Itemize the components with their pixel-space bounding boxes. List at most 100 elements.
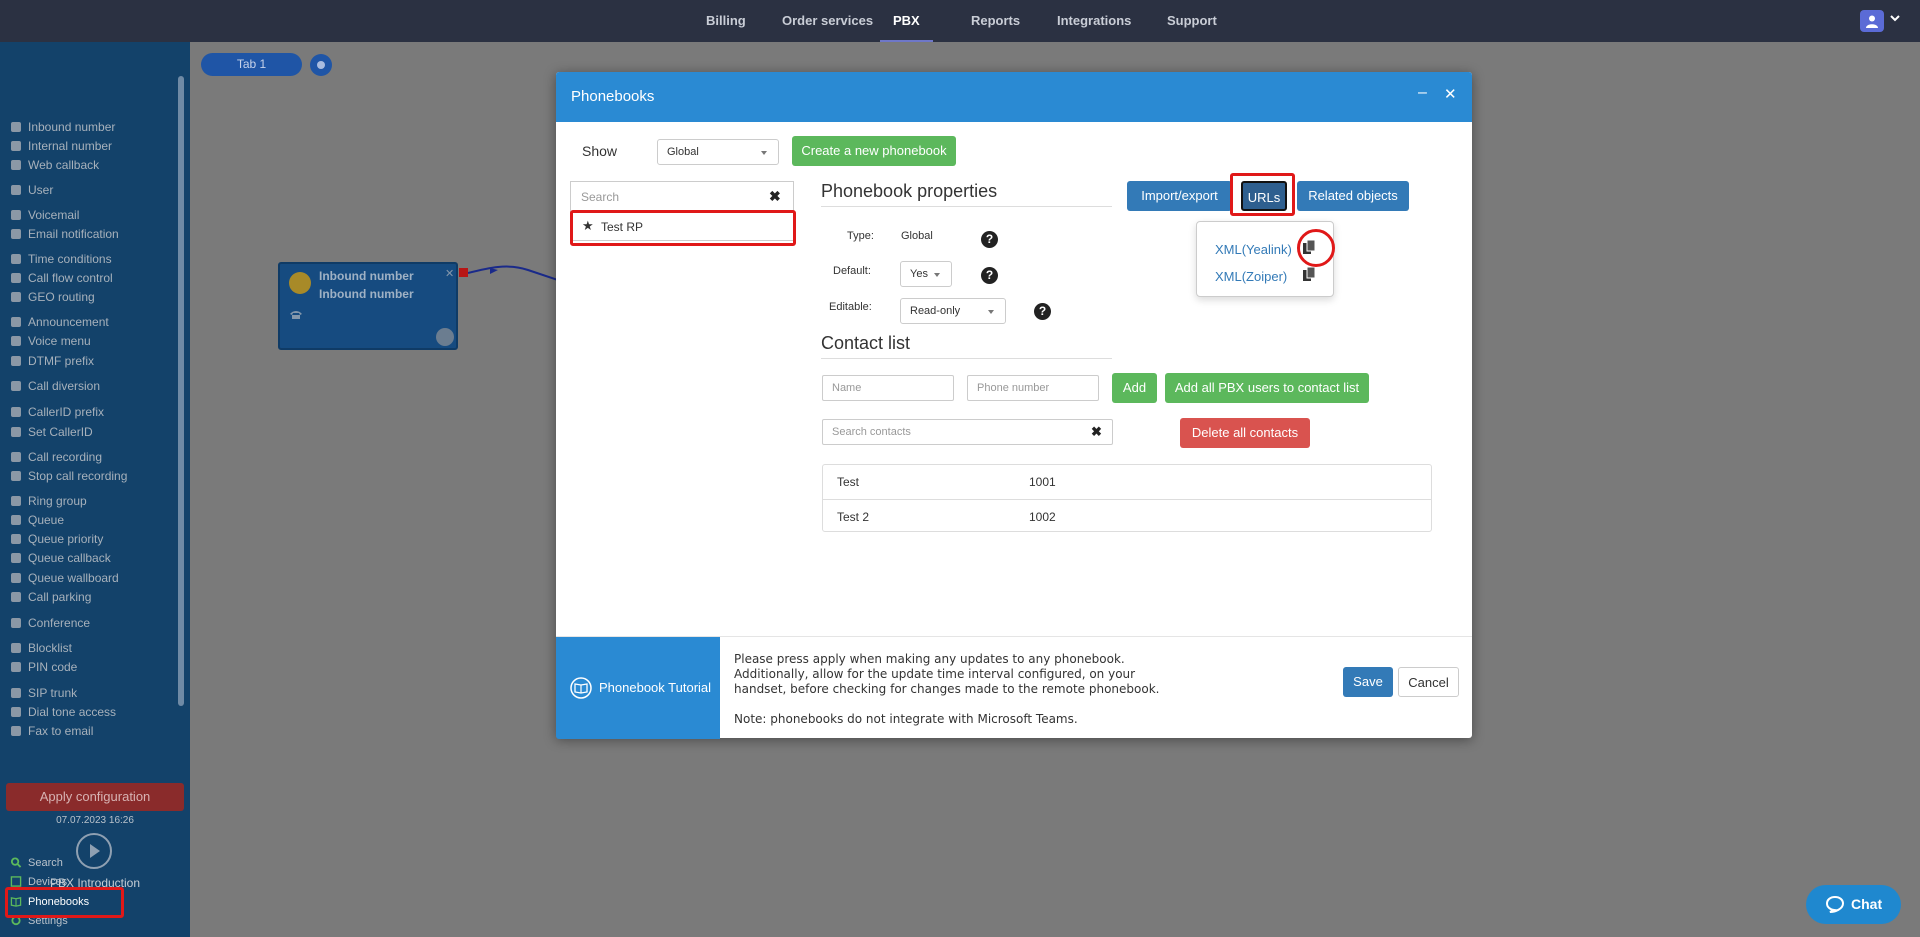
sidebar-item-queue-priority[interactable]: Queue priority bbox=[11, 531, 103, 547]
contact-number: 1002 bbox=[1029, 510, 1056, 524]
table-row[interactable]: Test 2 1002 bbox=[823, 499, 1431, 533]
lock-icon bbox=[11, 707, 21, 717]
contact-name: Test bbox=[837, 475, 860, 489]
add-contact-button[interactable]: Add bbox=[1112, 373, 1157, 403]
search-contacts-input[interactable]: Search contacts ✖ bbox=[822, 419, 1113, 445]
book-icon bbox=[570, 677, 592, 699]
copy-icon[interactable] bbox=[1303, 267, 1315, 281]
phonebook-search[interactable]: Search ✖ bbox=[570, 181, 794, 211]
nav-integrations[interactable]: Integrations bbox=[1057, 0, 1131, 42]
clear-search-icon[interactable]: ✖ bbox=[769, 188, 781, 205]
help-icon[interactable]: ? bbox=[981, 267, 998, 284]
sidebar-item-fax-to-email[interactable]: Fax to email bbox=[11, 723, 93, 739]
play-intro-button[interactable] bbox=[76, 833, 112, 869]
contact-name-input[interactable]: Name bbox=[822, 375, 954, 401]
type-label: Type: bbox=[847, 230, 874, 242]
arrow-circle-icon bbox=[11, 122, 21, 132]
sidebar-item-call-recording[interactable]: Call recording bbox=[11, 449, 102, 465]
arrow-right-circle-icon bbox=[289, 272, 311, 294]
search-icon bbox=[10, 857, 22, 868]
delete-all-contacts-button[interactable]: Delete all contacts bbox=[1180, 418, 1310, 448]
show-label: Show bbox=[582, 143, 618, 159]
sidebar-item-ring-group[interactable]: Ring group bbox=[11, 493, 87, 509]
sidebar-item-web-callback[interactable]: Web callback bbox=[11, 157, 99, 173]
sidebar-scrollbar[interactable] bbox=[178, 76, 184, 706]
microphone-slash-icon bbox=[11, 471, 21, 481]
sidebar-item-sip-trunk[interactable]: SIP trunk bbox=[11, 685, 77, 701]
close-icon[interactable]: ✕ bbox=[445, 267, 454, 280]
close-icon[interactable]: ✕ bbox=[1444, 85, 1457, 103]
sidebar-item-blocklist[interactable]: Blocklist bbox=[11, 640, 72, 656]
help-icon[interactable]: ? bbox=[1034, 303, 1051, 320]
sidebar-item-call-flow-control[interactable]: Call flow control bbox=[11, 270, 113, 286]
table-row[interactable]: Test 1001 bbox=[823, 465, 1431, 499]
sidebar-item-announcement[interactable]: Announcement bbox=[11, 314, 109, 330]
sidebar-item-voice-menu[interactable]: Voice menu bbox=[11, 333, 91, 349]
save-button[interactable]: Save bbox=[1343, 667, 1393, 697]
chevron-down-icon[interactable] bbox=[1890, 14, 1900, 22]
add-tab-button[interactable] bbox=[310, 54, 332, 76]
nav-pbx[interactable]: PBX bbox=[880, 0, 933, 42]
sidebar-item-dial-tone-access[interactable]: Dial tone access bbox=[11, 704, 116, 720]
sidebar-item-set-callerid[interactable]: Set CallerID bbox=[11, 424, 93, 440]
sidebar-item-user[interactable]: User bbox=[11, 182, 53, 198]
phonebooks-modal: Phonebooks – ✕ Show Global Create a new … bbox=[556, 72, 1472, 739]
sidebar-item-queue-wallboard[interactable]: Queue wallboard bbox=[11, 570, 119, 586]
sidebar-item-email-notification[interactable]: Email notification bbox=[11, 226, 119, 242]
minimize-icon[interactable]: – bbox=[1418, 84, 1427, 102]
sidebar-item-call-diversion[interactable]: Call diversion bbox=[11, 378, 100, 394]
cancel-button[interactable]: Cancel bbox=[1398, 667, 1459, 697]
sidebar-item-voicemail[interactable]: Voicemail bbox=[11, 207, 79, 223]
import-export-button[interactable]: Import/export bbox=[1127, 181, 1232, 211]
default-select[interactable]: Yes bbox=[900, 261, 952, 287]
add-all-users-button[interactable]: Add all PBX users to contact list bbox=[1165, 373, 1369, 403]
share-icon bbox=[11, 553, 21, 563]
highlight-phonebook-item bbox=[570, 210, 796, 246]
xml-zoiper-link[interactable]: XML(Zoiper) bbox=[1215, 269, 1287, 284]
user-plus-icon bbox=[11, 515, 21, 525]
sidebar-item-queue[interactable]: Queue bbox=[11, 512, 64, 528]
node-output-port[interactable] bbox=[459, 268, 468, 277]
sidebar-search[interactable]: Search bbox=[10, 855, 63, 871]
modal-footer: Phonebook Tutorial Please press apply wh… bbox=[556, 636, 1472, 739]
comments-icon bbox=[11, 618, 21, 628]
gear-icon[interactable] bbox=[436, 328, 454, 346]
nav-order-services[interactable]: Order services bbox=[782, 0, 873, 42]
nav-support[interactable]: Support bbox=[1167, 0, 1217, 42]
sidebar-item-dtmf-prefix[interactable]: DTMF prefix bbox=[11, 353, 94, 369]
sidebar-item-callerid-prefix[interactable]: CallerID prefix bbox=[11, 404, 104, 420]
nav-billing[interactable]: Billing bbox=[706, 0, 746, 42]
sidebar-item-conference[interactable]: Conference bbox=[11, 615, 90, 631]
sidebar-item-call-parking[interactable]: Call parking bbox=[11, 589, 91, 605]
bell-icon bbox=[11, 229, 21, 239]
related-objects-button[interactable]: Related objects bbox=[1297, 181, 1409, 211]
phonebook-tutorial-button[interactable]: Phonebook Tutorial bbox=[556, 637, 720, 739]
apply-configuration-button[interactable]: Apply configuration bbox=[6, 783, 184, 811]
sidebar-item-stop-call-recording[interactable]: Stop call recording bbox=[11, 468, 127, 484]
sidebar-item-geo-routing[interactable]: GEO routing bbox=[11, 289, 95, 305]
contact-phone-input[interactable]: Phone number bbox=[967, 375, 1099, 401]
editable-select[interactable]: Read-only bbox=[900, 298, 1006, 324]
sidebar-item-queue-callback[interactable]: Queue callback bbox=[11, 550, 111, 566]
create-phonebook-button[interactable]: Create a new phonebook bbox=[792, 136, 956, 166]
inbound-number-node[interactable]: Inbound number Inbound number ✕ bbox=[278, 262, 458, 350]
user-menu-button[interactable] bbox=[1860, 10, 1884, 32]
nav-reports[interactable]: Reports bbox=[971, 0, 1020, 42]
sidebar-item-internal-number[interactable]: Internal number bbox=[11, 138, 112, 154]
node-subtitle: Inbound number bbox=[319, 287, 414, 301]
tab-1[interactable]: Tab 1 bbox=[201, 53, 302, 76]
help-icon[interactable]: ? bbox=[981, 231, 998, 248]
arrow-up-icon bbox=[11, 534, 21, 544]
type-value: Global bbox=[901, 230, 933, 242]
sidebar-item-inbound-number[interactable]: Inbound number bbox=[11, 119, 115, 135]
top-navigation: Billing Order services PBX Reports Integ… bbox=[0, 0, 1920, 42]
phone-icon bbox=[290, 311, 302, 319]
chat-button[interactable]: Chat bbox=[1806, 885, 1901, 924]
phonebook-search-input[interactable]: Search bbox=[581, 190, 619, 204]
clear-search-icon[interactable]: ✖ bbox=[1091, 420, 1102, 444]
refresh-icon bbox=[11, 381, 21, 391]
sidebar-item-time-conditions[interactable]: Time conditions bbox=[11, 251, 112, 267]
xml-yealink-link[interactable]: XML(Yealink) bbox=[1215, 242, 1292, 257]
sidebar-item-pin-code[interactable]: PIN code bbox=[11, 659, 77, 675]
show-select[interactable]: Global bbox=[657, 139, 779, 165]
